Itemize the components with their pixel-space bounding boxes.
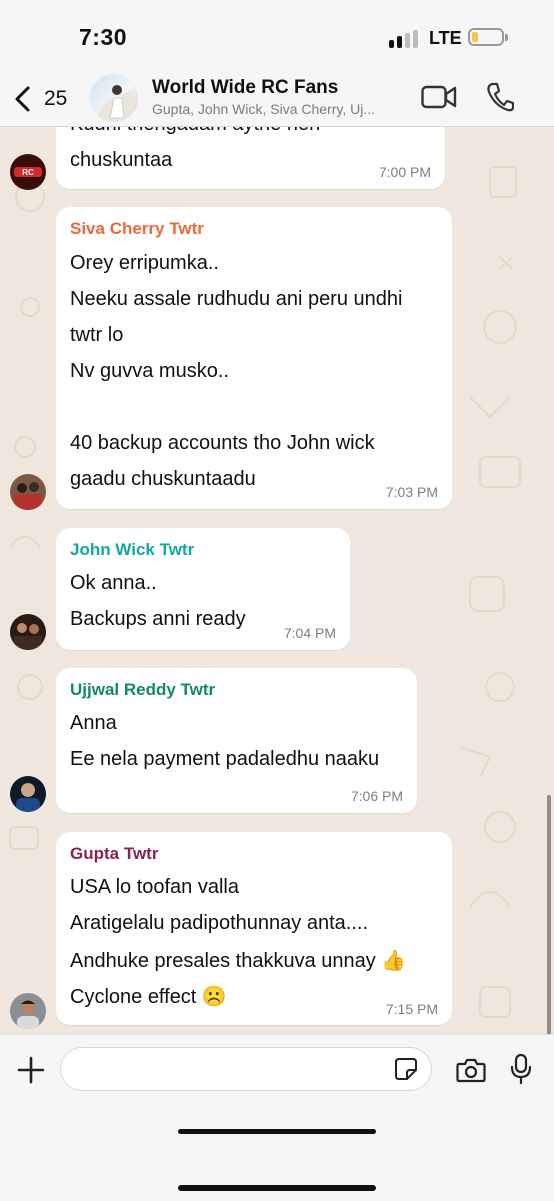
chat-scrollbar[interactable] xyxy=(547,795,551,1034)
message-text: Ok anna.. xyxy=(70,572,157,594)
message-text: Backups anni ready xyxy=(70,608,246,630)
message-timestamp: 7:15 PM xyxy=(385,1001,438,1017)
message-input-bar xyxy=(0,1034,554,1201)
sender-name[interactable]: Siva Cherry Twtr xyxy=(70,219,204,239)
message-text: Andhuke presales thakkuva unnay 👍 xyxy=(70,950,407,972)
signal-icon xyxy=(389,30,421,48)
message-bubble[interactable]: Siva Cherry Twtr Orey erripumka.. Neeku … xyxy=(56,207,452,509)
unread-count: 25 xyxy=(44,87,68,110)
back-button[interactable]: 25 xyxy=(12,82,84,116)
message-text: twtr lo xyxy=(70,324,124,346)
message-text: Ee nela payment padaledhu naaku xyxy=(70,748,380,770)
sender-name[interactable]: John Wick Twtr xyxy=(70,540,194,560)
microphone-icon[interactable] xyxy=(510,1053,532,1085)
network-label: LTE xyxy=(429,28,462,48)
video-call-icon[interactable] xyxy=(421,84,457,110)
message-text: 40 backup accounts tho John wick xyxy=(70,432,375,454)
message-bubble[interactable]: Ujjwal Reddy Twtr Anna Ee nela payment p… xyxy=(56,668,417,813)
message-text: gaadu chuskuntaadu xyxy=(70,468,256,490)
message-timestamp: 7:03 PM xyxy=(385,484,438,500)
message-text: Neeku assale rudhudu ani peru undhi xyxy=(70,288,403,310)
chat-header: 25 World Wide RC Fans Gupta, John Wick, … xyxy=(0,72,554,127)
home-indicator[interactable] xyxy=(178,1185,376,1191)
keyboard-grabber xyxy=(178,1129,376,1134)
message-timestamp: 7:06 PM xyxy=(350,788,403,804)
message-bubble[interactable]: Gupta Twtr USA lo toofan valla Aratigela… xyxy=(56,832,452,1025)
camera-icon[interactable] xyxy=(456,1057,486,1083)
sender-name[interactable]: Ujjwal Reddy Twtr xyxy=(70,680,215,700)
sender-avatar[interactable] xyxy=(10,993,46,1029)
message-text: Anna xyxy=(70,712,117,734)
message-timestamp: 7:00 PM xyxy=(378,164,431,180)
sender-avatar[interactable]: RC xyxy=(10,154,46,190)
plus-icon[interactable] xyxy=(16,1055,46,1085)
chat-title[interactable]: World Wide RC Fans xyxy=(152,77,338,99)
chat-area[interactable]: Kudhi thengadam aythe nen chuskuntaa 7:0… xyxy=(0,127,554,1034)
status-time: 7:30 xyxy=(79,24,128,50)
message-input[interactable] xyxy=(60,1047,432,1091)
message-timestamp: 7:04 PM xyxy=(283,625,336,641)
message-text: Orey erripumka.. xyxy=(70,252,219,274)
status-bar: 7:30 LTE xyxy=(0,0,554,72)
message-bubble[interactable]: Kudhi thengadam aythe nen chuskuntaa 7:0… xyxy=(56,127,445,189)
chevron-left-icon xyxy=(15,86,30,112)
sticker-icon[interactable] xyxy=(394,1057,418,1081)
sender-avatar[interactable] xyxy=(10,614,46,650)
message-text: Nv guvva musko.. xyxy=(70,360,229,382)
message-text: chuskuntaa xyxy=(70,149,173,171)
message-text: Cyclone effect ☹️ xyxy=(70,986,227,1008)
phone-icon[interactable] xyxy=(486,82,514,112)
chat-members[interactable]: Gupta, John Wick, Siva Cherry, Uj... xyxy=(152,101,412,117)
message-bubble[interactable]: John Wick Twtr Ok anna.. Backups anni re… xyxy=(56,528,350,650)
group-avatar[interactable] xyxy=(90,74,138,122)
message-text: Kudhi thengadam aythe nen xyxy=(70,127,320,136)
sender-avatar[interactable] xyxy=(10,474,46,510)
svg-text:RC: RC xyxy=(22,168,34,177)
battery-icon xyxy=(468,28,508,46)
sender-avatar[interactable] xyxy=(10,776,46,812)
sender-name[interactable]: Gupta Twtr xyxy=(70,844,158,864)
message-text: Aratigelalu padipothunnay anta.... xyxy=(70,912,368,934)
message-text: USA lo toofan valla xyxy=(70,876,239,898)
